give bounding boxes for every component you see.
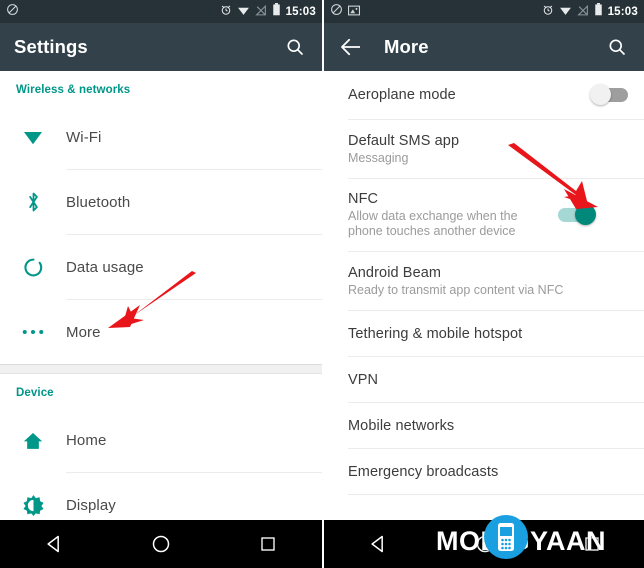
signal-off-icon (254, 3, 267, 21)
wifi-icon (559, 3, 572, 21)
sidebar-item-more[interactable]: More (0, 300, 322, 364)
wifi-icon (0, 105, 66, 169)
sidebar-item-home[interactable]: Home (0, 408, 322, 472)
battery-icon (272, 2, 281, 21)
wifi-icon (237, 3, 250, 21)
list-item-emergency-broadcasts[interactable]: Emergency broadcasts (324, 449, 644, 494)
list-item-vpn[interactable]: VPN (324, 357, 644, 402)
battery-icon (594, 2, 603, 21)
home-icon (0, 408, 66, 472)
list-item-label: Aeroplane mode (348, 87, 456, 103)
screenshot-icon (348, 3, 360, 21)
list-item-default-sms-app[interactable]: Default SMS app Messaging (324, 120, 644, 178)
list-item-tethering[interactable]: Tethering & mobile hotspot (324, 311, 644, 356)
left-settings-list[interactable]: Wireless & networks Wi-Fi Bluetooth Data… (0, 71, 322, 568)
left-phone-screen: 15:03 Settings Wireless & networks Wi-Fi (0, 0, 322, 568)
recents-square-icon[interactable] (569, 521, 615, 567)
alarm-icon (542, 3, 554, 21)
list-item-subtitle: Messaging (348, 150, 409, 165)
back-triangle-icon[interactable] (355, 521, 401, 567)
list-item-label: Tethering & mobile hotspot (348, 325, 523, 342)
status-bar-clock: 15:03 (285, 5, 316, 18)
sidebar-item-data-usage[interactable]: Data usage (0, 235, 322, 299)
back-arrow-icon[interactable] (338, 34, 364, 60)
list-item-label: Wi-Fi (66, 128, 102, 146)
list-item-label: Data usage (66, 258, 144, 276)
search-icon[interactable] (282, 34, 308, 60)
list-item-label: Mobile networks (348, 417, 455, 434)
left-status-bar: 15:03 (0, 0, 322, 23)
nfc-toggle[interactable] (558, 204, 596, 225)
list-item-label: Android Beam (348, 264, 442, 281)
list-item-nfc[interactable]: NFC Allow data exchange when the phone t… (324, 179, 644, 251)
page-title: Settings (14, 36, 88, 57)
alarm-icon (220, 3, 232, 21)
right-status-bar: 15:03 (324, 0, 644, 23)
more-dots-icon (0, 300, 66, 364)
home-circle-icon[interactable] (462, 521, 508, 567)
divider (348, 494, 644, 495)
section-separator (0, 364, 322, 374)
dual-screenshot-comparison: 15:03 Settings Wireless & networks Wi-Fi (0, 0, 644, 568)
aeroplane-mode-toggle[interactable] (590, 84, 628, 105)
section-header-wireless: Wireless & networks (16, 84, 131, 96)
list-item-mobile-networks[interactable]: Mobile networks (324, 403, 644, 448)
list-item-label: Emergency broadcasts (348, 463, 499, 480)
recents-square-icon[interactable] (245, 521, 291, 567)
sidebar-item-bluetooth[interactable]: Bluetooth (0, 170, 322, 234)
left-app-bar: Settings (0, 23, 322, 71)
list-item-aeroplane-mode[interactable]: Aeroplane mode (324, 71, 644, 119)
sidebar-item-wifi[interactable]: Wi-Fi (0, 105, 322, 169)
left-navigation-bar[interactable] (0, 520, 322, 568)
section-header-device: Device (16, 387, 54, 399)
right-phone-screen: 15:03 More Aeroplane mode Default SMS ap… (322, 0, 644, 568)
list-item-label: Default SMS app (348, 132, 460, 149)
rotation-lock-icon (6, 3, 19, 21)
list-item-label: Bluetooth (66, 193, 131, 211)
bluetooth-icon (0, 170, 66, 234)
page-title: More (384, 36, 429, 57)
rotation-lock-icon (330, 3, 343, 21)
home-circle-icon[interactable] (138, 521, 184, 567)
data-usage-icon (0, 235, 66, 299)
signal-off-icon (576, 3, 589, 21)
list-item-label: NFC (348, 191, 379, 207)
list-item-label: Display (66, 496, 116, 514)
list-item-label: More (66, 323, 101, 341)
list-item-subtitle: Allow data exchange when the phone touch… (348, 209, 518, 238)
right-app-bar: More (324, 23, 644, 71)
search-icon[interactable] (604, 34, 630, 60)
list-item-subtitle: Ready to transmit app content via NFC (348, 282, 564, 297)
list-item-label: VPN (348, 371, 379, 388)
list-item-label: Home (66, 431, 107, 449)
right-navigation-bar[interactable] (324, 520, 644, 568)
more-settings-list[interactable]: Aeroplane mode Default SMS app Messaging… (324, 71, 644, 568)
status-bar-clock: 15:03 (607, 5, 638, 18)
list-item-android-beam[interactable]: Android Beam Ready to transmit app conte… (324, 252, 644, 310)
back-triangle-icon[interactable] (31, 521, 77, 567)
